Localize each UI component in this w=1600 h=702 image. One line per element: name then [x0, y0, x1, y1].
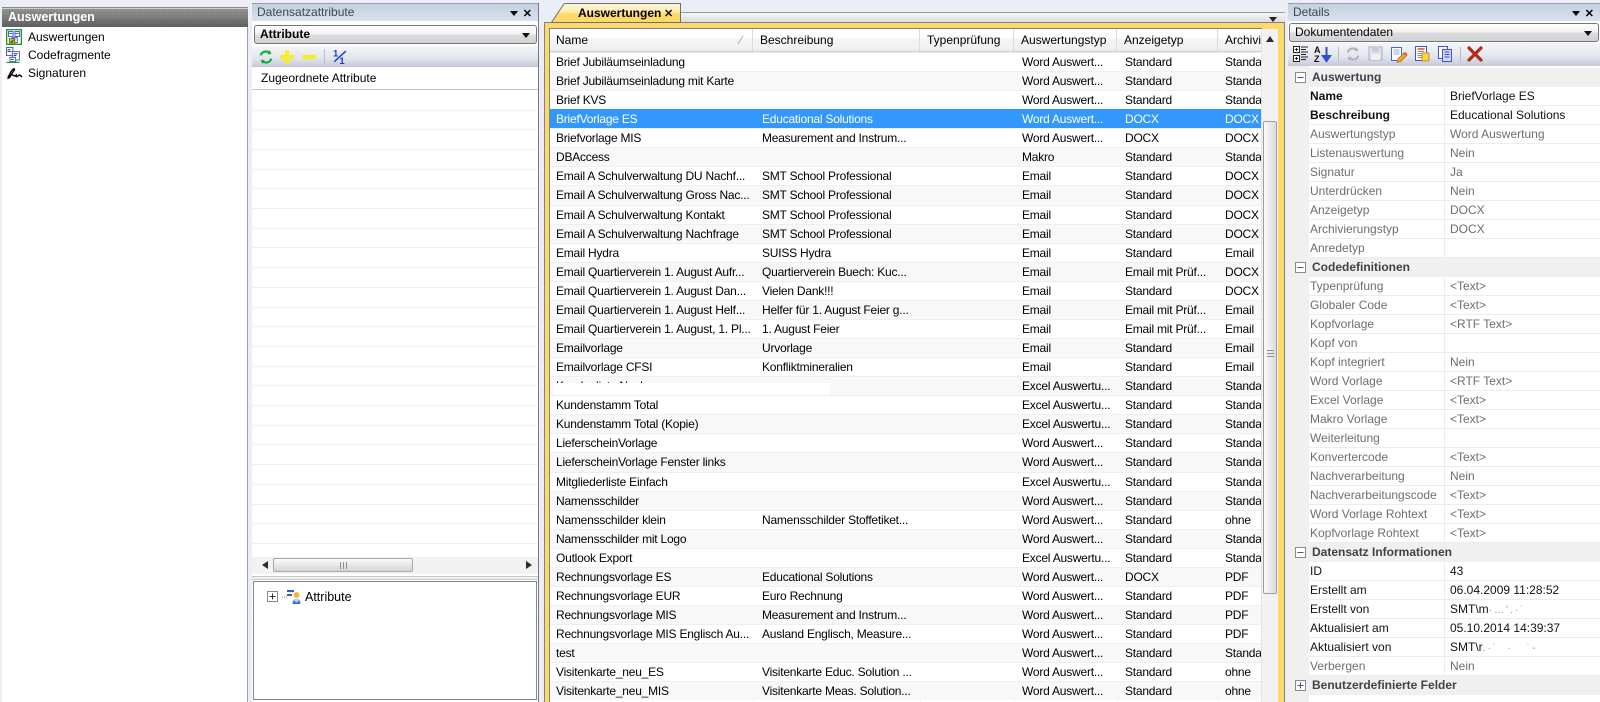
svg-text:Z: Z — [1314, 54, 1320, 63]
svg-text:1: 1 — [339, 56, 345, 66]
